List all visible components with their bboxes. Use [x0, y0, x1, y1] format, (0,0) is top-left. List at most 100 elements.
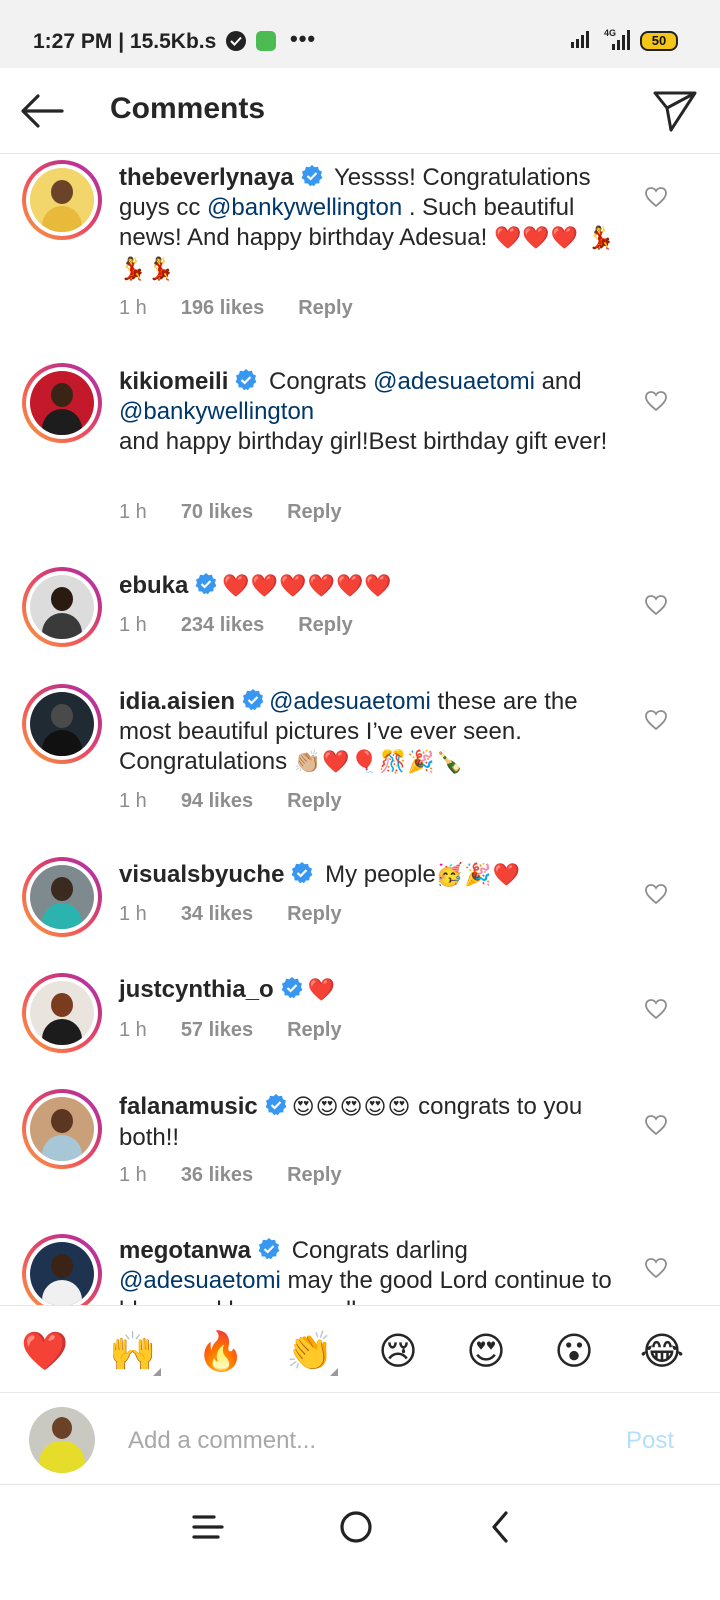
comment-time: 1 h	[119, 614, 147, 636]
reaction-laughing[interactable]: 😂	[634, 1326, 690, 1376]
comment-username[interactable]: visualsbyuche	[119, 861, 284, 888]
mention-link[interactable]: @adesuaetomi	[269, 688, 431, 715]
verified-badge-icon	[195, 573, 217, 595]
comment-username[interactable]: thebeverlynaya	[119, 164, 294, 191]
comment-time: 1 h	[119, 1164, 147, 1186]
heart-outline-icon[interactable]	[644, 998, 668, 1020]
avatar[interactable]	[22, 363, 102, 443]
reaction-fire[interactable]: 🔥	[193, 1326, 249, 1376]
avatar[interactable]	[22, 973, 102, 1053]
comment-time: 1 h	[119, 501, 147, 523]
reply-button[interactable]: Reply	[298, 614, 352, 636]
comment-text: thebeverlynaya Yessss! Congratulations g…	[119, 163, 624, 285]
reaction-clapping-label: 👏	[286, 1329, 334, 1373]
verified-badge-icon	[265, 1094, 287, 1116]
mention-link[interactable]: @adesuaetomi	[373, 368, 535, 395]
avatar[interactable]	[22, 684, 102, 764]
comment-input[interactable]	[128, 1421, 588, 1461]
comment-meta: 1 h 36 likes Reply	[119, 1164, 376, 1187]
reply-button[interactable]: Reply	[287, 1019, 341, 1041]
check-icon	[226, 31, 246, 51]
reaction-heart-eyes[interactable]: 😍	[458, 1326, 514, 1376]
comment-body: Congrats	[262, 368, 374, 395]
comment-text: visualsbyuche My people🥳🎉❤️	[119, 860, 624, 891]
comments-list: thebeverlynaya Yessss! Congratulations g…	[0, 155, 720, 1333]
comment-meta: 1 h 34 likes Reply	[119, 903, 376, 926]
heart-outline-icon[interactable]	[644, 1257, 668, 1279]
skin-tone-indicator	[330, 1368, 338, 1376]
comment-likes[interactable]: 94 likes	[181, 790, 253, 812]
heart-outline-icon[interactable]	[644, 883, 668, 905]
heart-outline-icon[interactable]	[644, 594, 668, 616]
comment-body-3: and happy birthday girl!Best birthday gi…	[119, 428, 608, 455]
comment-emoji: ❤️	[307, 978, 337, 1003]
avatar[interactable]	[22, 857, 102, 937]
comment-text: justcynthia_o ❤️	[119, 975, 624, 1006]
comment-text: ebuka ❤️❤️❤️❤️❤️❤️	[119, 571, 624, 602]
app-notification-icon	[256, 31, 276, 51]
mention-link[interactable]: @adesuaetomi	[119, 1267, 281, 1294]
reaction-crying[interactable]: 😢	[370, 1326, 426, 1376]
reaction-raising-hands[interactable]: 🙌	[105, 1326, 161, 1376]
comment-time: 1 h	[119, 790, 147, 812]
signal-icon-2	[612, 30, 630, 50]
comment-emoji: 😍😍😍😍😍	[291, 1095, 412, 1120]
comment-text: idia.aisien @adesuaetomi these are the mo…	[119, 687, 624, 778]
reply-button[interactable]: Reply	[287, 790, 341, 812]
comment-likes[interactable]: 70 likes	[181, 501, 253, 523]
comment-username[interactable]: idia.aisien	[119, 688, 235, 715]
comment-body-2: and	[534, 368, 582, 395]
comment-text: falanamusic 😍😍😍😍😍 congrats to you both!!	[119, 1092, 624, 1153]
reply-button[interactable]: Reply	[287, 903, 341, 925]
verified-badge-icon	[242, 689, 264, 711]
heart-outline-icon[interactable]	[644, 390, 668, 412]
heart-outline-icon[interactable]	[644, 186, 668, 208]
reaction-surprised[interactable]: 😮	[546, 1326, 602, 1376]
comment-time: 1 h	[119, 903, 147, 925]
avatar	[29, 1407, 95, 1473]
comment-username[interactable]: justcynthia_o	[119, 976, 274, 1003]
comment-likes[interactable]: 36 likes	[181, 1164, 253, 1186]
comment-likes[interactable]: 234 likes	[181, 614, 264, 636]
comment-likes[interactable]: 57 likes	[181, 1019, 253, 1041]
back-arrow-icon[interactable]	[18, 90, 66, 132]
reply-button[interactable]: Reply	[287, 501, 341, 523]
header: Comments	[0, 68, 720, 154]
avatar[interactable]	[22, 1089, 102, 1169]
comment-meta: 1 h 70 likes Reply	[119, 501, 376, 524]
battery-level: 50	[651, 33, 667, 48]
avatar[interactable]	[22, 1234, 102, 1314]
reaction-clapping[interactable]: 👏	[282, 1326, 338, 1376]
menu-icon[interactable]	[188, 1507, 228, 1547]
comment-likes[interactable]: 196 likes	[181, 297, 264, 319]
mention-link[interactable]: @bankywellington	[207, 194, 402, 221]
reply-button[interactable]: Reply	[298, 297, 352, 319]
comment-likes[interactable]: 34 likes	[181, 903, 253, 925]
status-bar: 1:27 PM | 15.5Kb.s ••• 4G 50	[0, 0, 720, 68]
signal-icon	[571, 31, 589, 48]
home-circle-icon[interactable]	[336, 1507, 376, 1547]
verified-badge-icon	[258, 1238, 280, 1260]
reply-button[interactable]: Reply	[287, 1164, 341, 1186]
system-nav-bar	[0, 1485, 720, 1600]
comment-username[interactable]: ebuka	[119, 572, 188, 599]
skin-tone-indicator	[153, 1368, 161, 1376]
reaction-heart[interactable]: ❤️	[17, 1326, 73, 1376]
heart-outline-icon[interactable]	[644, 1114, 668, 1136]
comment-username[interactable]: kikiomeili	[119, 368, 228, 395]
verified-badge-icon	[235, 369, 257, 391]
comment-compose: Post	[0, 1393, 720, 1485]
comment-emoji: 🥳🎉❤️	[435, 863, 522, 888]
post-button[interactable]: Post	[626, 1427, 674, 1455]
avatar[interactable]	[22, 160, 102, 240]
mention-link-2[interactable]: @bankywellington	[119, 398, 314, 425]
battery-icon: 50	[640, 31, 678, 51]
avatar[interactable]	[22, 567, 102, 647]
heart-outline-icon[interactable]	[644, 709, 668, 731]
back-chevron-icon[interactable]	[482, 1507, 522, 1547]
direct-send-icon[interactable]	[652, 88, 698, 134]
comment-username[interactable]: megotanwa	[119, 1237, 251, 1264]
comment-meta: 1 h 94 likes Reply	[119, 790, 376, 813]
comment-username[interactable]: falanamusic	[119, 1093, 258, 1120]
comment-emoji: ❤️❤️❤️❤️❤️❤️	[222, 574, 393, 599]
